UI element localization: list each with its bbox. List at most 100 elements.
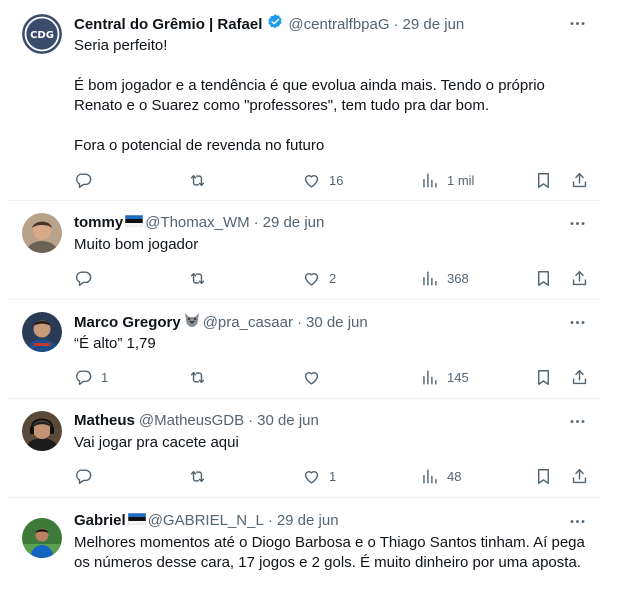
avatar[interactable] xyxy=(22,213,62,253)
reply-button[interactable] xyxy=(74,268,93,288)
bookmark-button[interactable] xyxy=(534,170,553,190)
tweet-text: Vai jogar pra cacete aqui xyxy=(74,433,587,453)
user-photo-icon xyxy=(22,312,62,352)
bookmark-button[interactable] xyxy=(534,367,553,387)
share-button[interactable] xyxy=(570,466,589,486)
avatar[interactable] xyxy=(22,312,62,352)
bookmark-button[interactable] xyxy=(534,466,553,486)
author-name[interactable]: Gabriel xyxy=(74,511,126,531)
separator-dot: · xyxy=(248,412,254,429)
tweet-5[interactable]: Gabriel @GABRIEL_N_L · 29 de jun Melhore… xyxy=(0,498,627,607)
tweet-header: tommy @Thomax_WM · 29 de jun xyxy=(74,213,567,233)
tweet-actions: 1 145 xyxy=(74,367,594,387)
retweet-icon xyxy=(188,368,207,387)
reply-count: 1 xyxy=(101,369,109,385)
tweet-paragraph: Fora o potencial de revenda no futuro xyxy=(74,137,325,154)
estonia-flag-icon xyxy=(127,511,146,531)
author-handle[interactable]: @GABRIEL_N_L xyxy=(148,511,264,531)
separator-dot: · xyxy=(296,314,302,331)
user-photo-icon xyxy=(22,213,62,253)
tweet-text: Seria perfeito! É bom jogador e a tendên… xyxy=(74,36,587,156)
reply-button[interactable]: 1 xyxy=(74,367,108,387)
tweet-2[interactable]: tommy @Thomax_WM · 29 de jun Muito bom j… xyxy=(0,201,627,299)
like-button[interactable] xyxy=(302,367,321,387)
author-name[interactable]: Matheus xyxy=(74,411,135,431)
reply-icon xyxy=(74,467,93,486)
reply-icon xyxy=(74,368,93,387)
views-button[interactable]: 48 xyxy=(420,466,461,486)
tweet-actions: 1 48 xyxy=(74,466,594,486)
tweet-3[interactable]: Marco Gregory @pra_casaar · 30 de jun “É… xyxy=(0,300,627,398)
share-icon xyxy=(570,269,589,288)
bookmark-icon xyxy=(534,467,553,486)
share-button[interactable] xyxy=(570,268,589,288)
retweet-button[interactable] xyxy=(188,268,207,288)
more-icon xyxy=(568,14,587,33)
like-icon xyxy=(302,171,321,190)
reply-button[interactable] xyxy=(74,170,93,190)
reply-icon xyxy=(74,171,93,190)
user-photo-icon xyxy=(22,518,62,558)
tweet-actions: 2 368 xyxy=(74,268,594,288)
tweet-paragraph: É bom jogador e a tendência é que evolua… xyxy=(74,77,545,114)
share-icon xyxy=(570,368,589,387)
like-icon xyxy=(302,368,321,387)
retweet-icon xyxy=(188,467,207,486)
author-handle[interactable]: @pra_casaar xyxy=(203,313,293,333)
more-options-button[interactable] xyxy=(567,411,587,431)
retweet-icon xyxy=(188,171,207,190)
tweet-header: Matheus @MatheusGDB · 30 de jun xyxy=(74,411,567,431)
share-button[interactable] xyxy=(570,170,589,190)
more-options-button[interactable] xyxy=(567,511,587,531)
tweet-date[interactable]: 30 de jun xyxy=(306,313,368,333)
retweet-button[interactable] xyxy=(188,367,207,387)
tweet-4[interactable]: Matheus @MatheusGDB · 30 de jun Vai joga… xyxy=(0,399,627,497)
more-icon xyxy=(568,512,587,531)
avatar[interactable] xyxy=(22,518,62,558)
tweet-date[interactable]: 29 de jun xyxy=(263,213,325,233)
avatar[interactable] xyxy=(22,411,62,451)
separator-dot: · xyxy=(253,214,259,231)
reply-timeline: CDG Central do Grêmio | Rafael @centralf… xyxy=(0,0,627,607)
reply-button[interactable] xyxy=(74,466,93,486)
view-count: 1 mil xyxy=(447,172,475,188)
more-icon xyxy=(568,412,587,431)
view-count: 48 xyxy=(447,468,462,484)
author-handle[interactable]: @centralfbpaG xyxy=(288,15,389,35)
retweet-button[interactable] xyxy=(188,170,207,190)
separator-dot: · xyxy=(393,16,399,33)
share-icon xyxy=(570,467,589,486)
more-options-button[interactable] xyxy=(567,213,587,233)
avatar[interactable]: CDG xyxy=(22,14,62,54)
more-icon xyxy=(568,214,587,233)
verified-badge-icon xyxy=(266,13,284,37)
separator-dot: · xyxy=(267,512,273,529)
like-button[interactable]: 1 xyxy=(302,466,336,486)
author-handle[interactable]: @Thomax_WM xyxy=(145,213,249,233)
more-options-button[interactable] xyxy=(567,13,587,33)
like-button[interactable]: 2 xyxy=(302,268,336,288)
bookmark-icon xyxy=(534,269,553,288)
tweet-date[interactable]: 30 de jun xyxy=(257,411,319,431)
tweet-date[interactable]: 29 de jun xyxy=(403,15,465,35)
more-icon xyxy=(568,313,587,332)
view-count: 145 xyxy=(447,369,469,385)
tweet-paragraph: Seria perfeito! xyxy=(74,37,168,54)
author-name[interactable]: Marco Gregory xyxy=(74,313,181,333)
tweet-1[interactable]: CDG Central do Grêmio | Rafael @centralf… xyxy=(0,0,627,200)
retweet-button[interactable] xyxy=(188,466,207,486)
views-button[interactable]: 145 xyxy=(420,367,469,387)
tweet-date[interactable]: 29 de jun xyxy=(277,511,339,531)
bookmark-button[interactable] xyxy=(534,268,553,288)
author-name[interactable]: Central do Grêmio | Rafael xyxy=(74,15,262,35)
tweet-text: Muito bom jogador xyxy=(74,235,587,255)
tweet-paragraph: Muito bom jogador xyxy=(74,236,199,253)
views-button[interactable]: 368 xyxy=(420,268,469,288)
author-handle[interactable]: @MatheusGDB xyxy=(139,411,244,431)
more-options-button[interactable] xyxy=(567,312,587,332)
share-button[interactable] xyxy=(570,367,589,387)
like-button[interactable]: 16 xyxy=(302,170,343,190)
views-button[interactable]: 1 mil xyxy=(420,170,474,190)
author-name[interactable]: tommy xyxy=(74,213,123,233)
like-icon xyxy=(302,467,321,486)
